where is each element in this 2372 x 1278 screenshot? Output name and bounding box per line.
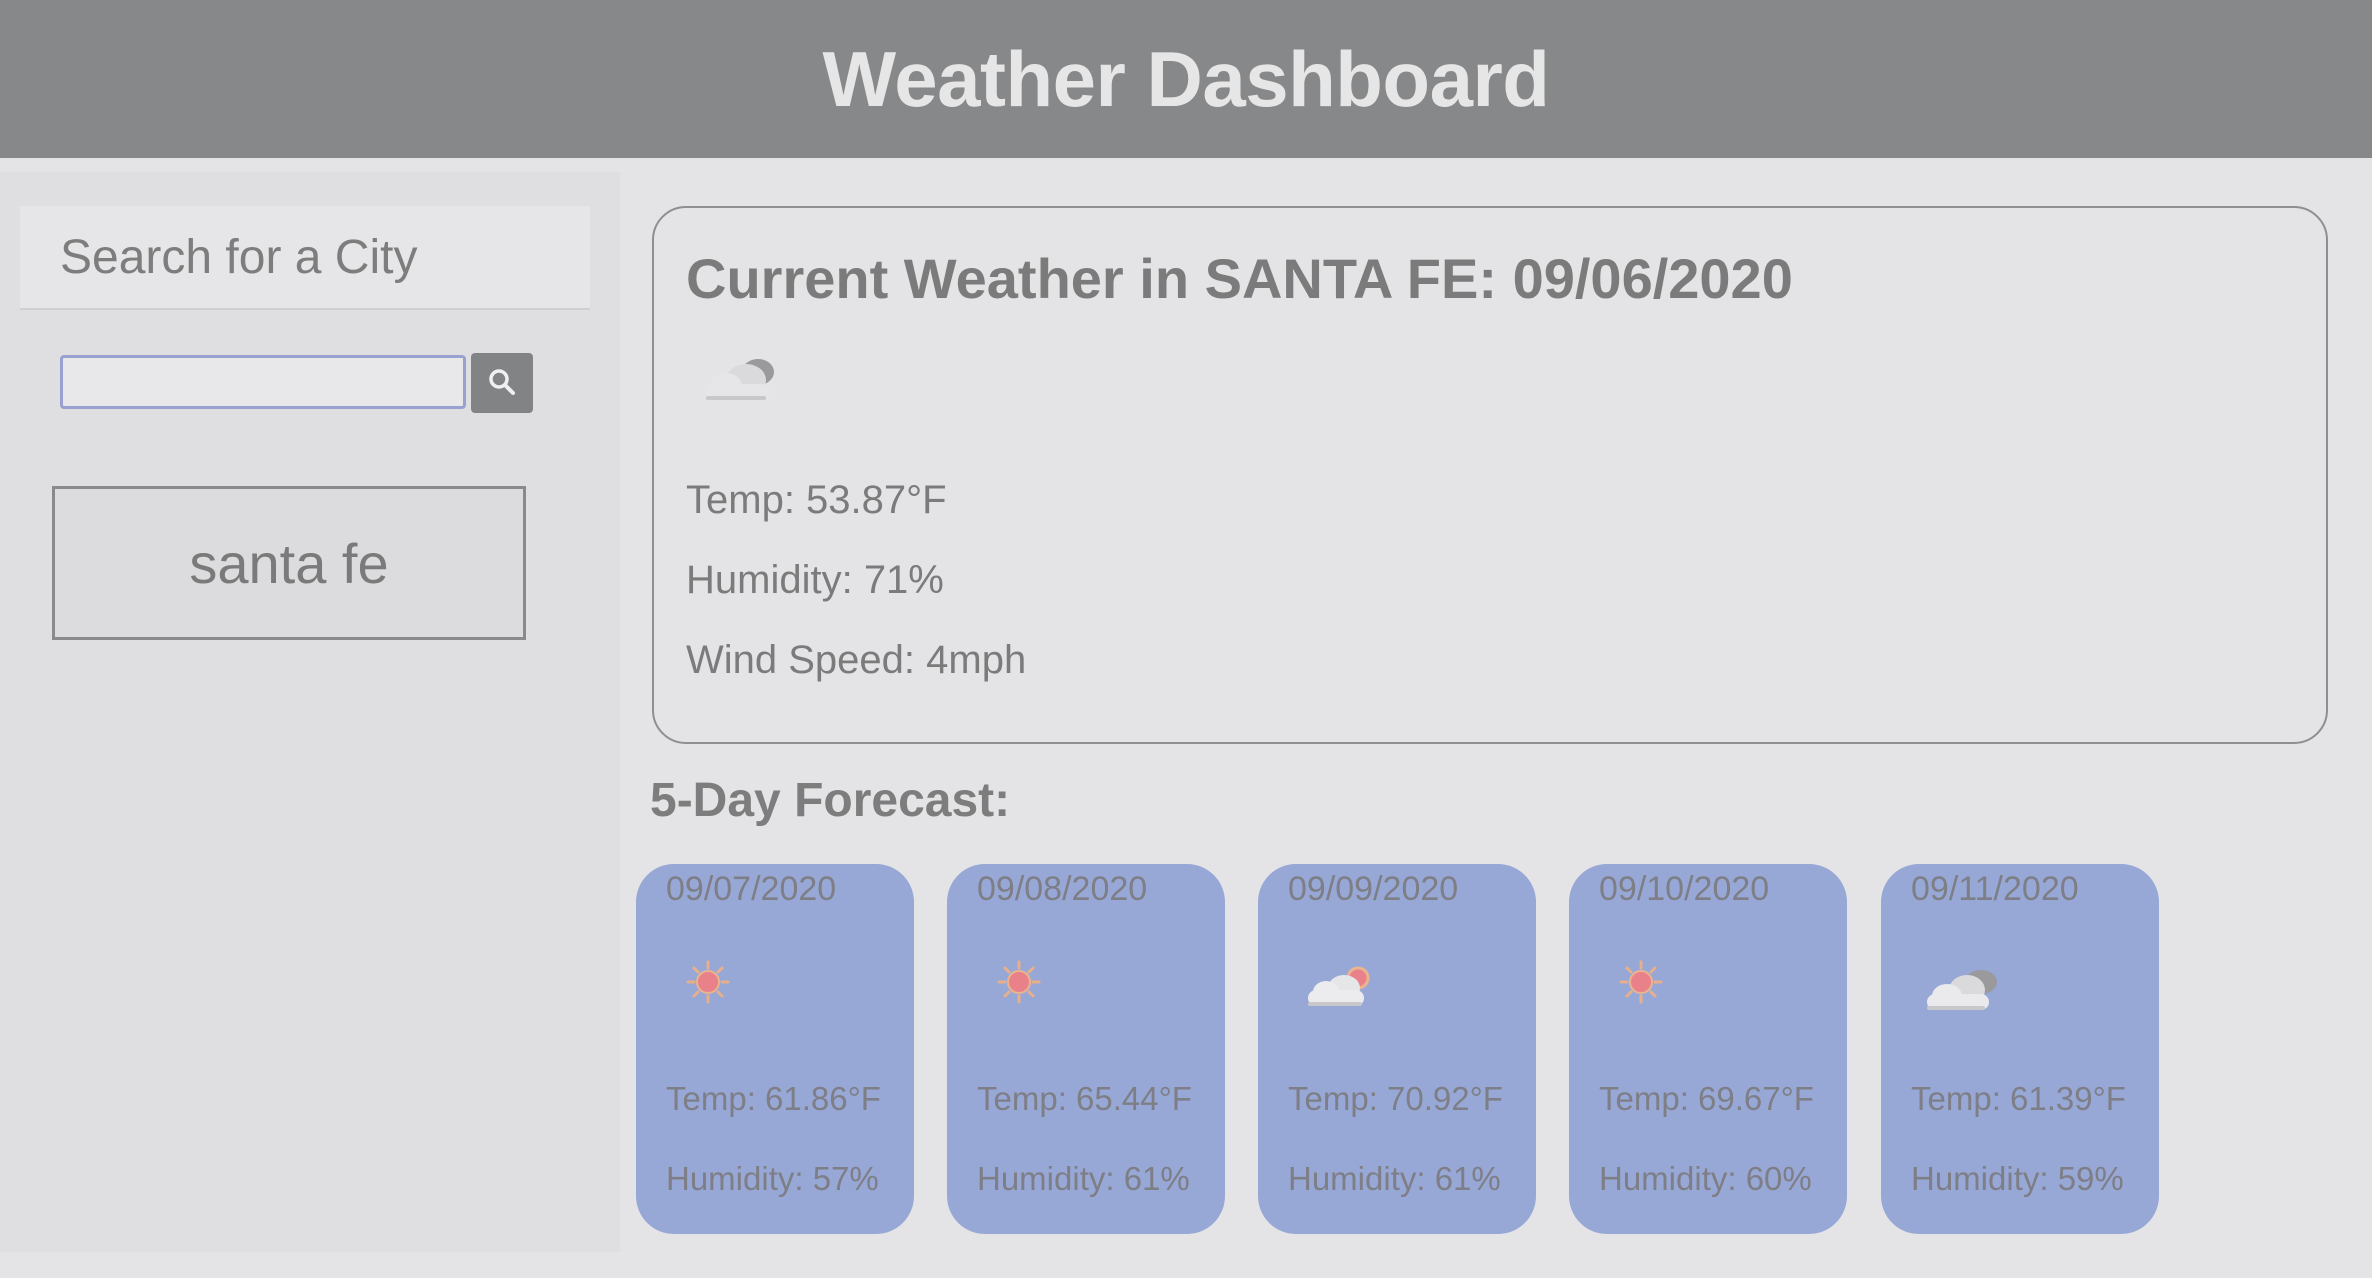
forecast-card: 09/09/2020 Temp: 70.92°F Humidity: 61% <box>1258 864 1536 1234</box>
forecast-humidity: Humidity: 60% <box>1599 1160 1812 1197</box>
forecast-date: 09/10/2020 <box>1599 870 1770 908</box>
search-heading: Search for a City <box>20 206 590 310</box>
forecast-date: 09/09/2020 <box>1288 870 1459 908</box>
search-button[interactable] <box>471 353 533 413</box>
forecast-card: 09/08/2020 Temp: 65.44°F Humidity: 61% <box>947 864 1225 1234</box>
page-title: Weather Dashboard <box>822 34 1550 123</box>
history-item-button[interactable]: santa fe <box>52 486 526 640</box>
forecast-temp: Temp: 61.86°F <box>666 1080 881 1117</box>
forecast-date: 09/11/2020 <box>1911 870 2079 908</box>
forecast-temp: Temp: 61.39°F <box>1911 1080 2126 1117</box>
forecast-humidity: Humidity: 61% <box>1288 1160 1501 1197</box>
forecast-date: 09/08/2020 <box>977 870 1148 908</box>
current-weather-title: Current Weather in SANTA FE: 09/06/2020 <box>686 247 1793 310</box>
forecast-card: 09/07/2020 Temp: 61.86°F Humidity: 57% <box>636 864 914 1234</box>
partly-cloudy-icon <box>1302 960 1382 1017</box>
cloud-icon <box>696 348 786 413</box>
search-icon <box>487 367 517 400</box>
sidebar: Search for a City santa fe <box>0 172 620 1252</box>
forecast-card: 09/11/2020 Temp: 61.39°F Humidity: 59% <box>1881 864 2159 1234</box>
forecast-temp: Temp: 65.44°F <box>977 1080 1192 1117</box>
forecast-humidity: Humidity: 57% <box>666 1160 879 1197</box>
current-humidity: Humidity: 71% <box>686 558 944 602</box>
forecast-date: 09/07/2020 <box>666 870 837 908</box>
current-wind-speed: Wind Speed: 4mph <box>686 638 1027 682</box>
app-header: Weather Dashboard <box>0 0 2372 158</box>
current-weather-panel: Current Weather in SANTA FE: 09/06/2020 … <box>652 206 2328 744</box>
forecast-humidity: Humidity: 61% <box>977 1160 1190 1197</box>
sun-icon <box>997 960 1041 1009</box>
city-search-input[interactable] <box>60 355 466 409</box>
sun-icon <box>686 960 730 1009</box>
forecast-title: 5-Day Forecast: <box>650 774 1011 827</box>
cloud-icon <box>1917 960 2007 1021</box>
forecast-temp: Temp: 69.67°F <box>1599 1080 1814 1117</box>
forecast-temp: Temp: 70.92°F <box>1288 1080 1503 1117</box>
forecast-humidity: Humidity: 59% <box>1911 1160 2124 1197</box>
current-temp: Temp: 53.87°F <box>686 478 947 522</box>
forecast-card: 09/10/2020 Temp: 69.67°F Humidity: 60% <box>1569 864 1847 1234</box>
sun-icon <box>1619 960 1663 1009</box>
